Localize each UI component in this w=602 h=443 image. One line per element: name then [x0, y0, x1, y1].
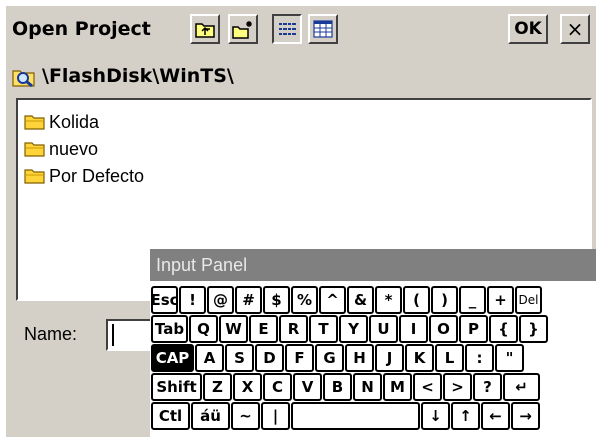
key-accents[interactable]: áü	[191, 402, 230, 430]
key-r3c10[interactable]: ?	[473, 373, 502, 401]
key-e[interactable]: E	[249, 315, 278, 343]
key-r[interactable]: R	[279, 315, 308, 343]
close-button[interactable]: ×	[560, 14, 590, 44]
key-i[interactable]: I	[399, 315, 428, 343]
folder-icon	[24, 142, 45, 157]
key-z[interactable]: Z	[203, 373, 232, 401]
key-m[interactable]: M	[383, 373, 412, 401]
key-caps-lock[interactable]: CAP	[151, 344, 194, 372]
key-l[interactable]: L	[435, 344, 464, 372]
key-x[interactable]: X	[233, 373, 262, 401]
key-r0c10[interactable]: )	[431, 286, 458, 314]
current-path: \FlashDisk\WinTS\	[42, 65, 234, 87]
key-d[interactable]: D	[255, 344, 284, 372]
key-h[interactable]: H	[345, 344, 374, 372]
ok-button[interactable]: OK	[508, 14, 548, 44]
key-tab[interactable]: Tab	[151, 315, 188, 343]
key-g[interactable]: G	[315, 344, 344, 372]
list-item[interactable]: Por Defecto	[24, 164, 144, 188]
name-label: Name:	[24, 324, 78, 344]
key-a[interactable]: A	[195, 344, 224, 372]
input-panel: Input Panel Esc! @ # $% ^ & *() _ + Del Tab Q W E R T Y U…	[150, 249, 596, 437]
key-r0c8[interactable]: *	[375, 286, 402, 314]
key-q[interactable]: Q	[189, 315, 218, 343]
soft-keyboard: Esc! @ # $% ^ & *() _ + Del Tab Q W E R T Y U I O P{} CAP A S D F…	[150, 282, 596, 437]
key-arrow-up[interactable]: ↑	[451, 402, 480, 430]
file-name: Por Defecto	[49, 165, 145, 186]
key-v[interactable]: V	[293, 373, 322, 401]
key-escape[interactable]: Esc	[151, 286, 178, 314]
key-r3c9[interactable]: >	[443, 373, 472, 401]
text-caret	[112, 324, 114, 346]
key-r1c11[interactable]: {	[489, 315, 518, 343]
search-folder-icon	[12, 70, 35, 88]
new-folder-button[interactable]	[228, 14, 258, 44]
list-item[interactable]: Kolida	[24, 110, 99, 134]
key-y[interactable]: Y	[339, 315, 368, 343]
new-folder-icon	[232, 21, 252, 39]
key-j[interactable]: J	[375, 344, 404, 372]
file-name: nuevo	[49, 138, 99, 159]
key-r0c3[interactable]: #	[235, 286, 262, 314]
list-view-button[interactable]	[272, 14, 302, 44]
list-view-icon	[279, 23, 296, 35]
key-arrow-left[interactable]: ←	[481, 402, 510, 430]
key-u[interactable]: U	[369, 315, 398, 343]
key-s[interactable]: S	[225, 344, 254, 372]
key-delete[interactable]: Del	[515, 286, 542, 314]
key-r1c12[interactable]: }	[519, 315, 548, 343]
title-bar: Open Project OK ×	[6, 6, 596, 52]
key-r2c10[interactable]: :	[465, 344, 494, 372]
dialog-title: Open Project	[12, 18, 151, 40]
key-r0c2[interactable]: @	[207, 286, 234, 314]
key-c[interactable]: C	[263, 373, 292, 401]
key-shift[interactable]: Shift	[151, 373, 202, 401]
key-r0c5[interactable]: %	[291, 286, 318, 314]
key-n[interactable]: N	[353, 373, 382, 401]
key-f[interactable]: F	[285, 344, 314, 372]
key-arrow-right[interactable]: →	[511, 402, 540, 430]
up-folder-button[interactable]	[190, 14, 220, 44]
up-folder-icon	[195, 23, 215, 38]
key-r0c11[interactable]: _	[459, 286, 486, 314]
details-view-button[interactable]	[308, 14, 338, 44]
folder-icon	[24, 169, 45, 184]
key-enter[interactable]: ↵	[503, 373, 540, 401]
key-r0c7[interactable]: &	[347, 286, 374, 314]
key-space[interactable]	[291, 402, 420, 430]
key-r2c11[interactable]: "	[495, 344, 524, 372]
file-name: Kolida	[49, 111, 100, 132]
key-r4c2[interactable]: ~	[231, 402, 260, 430]
key-control[interactable]: Ctl	[151, 402, 190, 430]
folder-icon	[24, 115, 45, 130]
key-r0c6[interactable]: ^	[319, 286, 346, 314]
key-b[interactable]: B	[323, 373, 352, 401]
key-r4c3[interactable]: |	[261, 402, 290, 430]
key-p[interactable]: P	[459, 315, 488, 343]
key-r0c12[interactable]: +	[487, 286, 514, 314]
input-panel-title[interactable]: Input Panel	[150, 249, 596, 281]
key-t[interactable]: T	[309, 315, 338, 343]
key-o[interactable]: O	[429, 315, 458, 343]
details-view-icon	[313, 20, 333, 38]
key-arrow-down[interactable]: ↓	[421, 402, 450, 430]
key-r0c4[interactable]: $	[263, 286, 290, 314]
key-w[interactable]: W	[219, 315, 248, 343]
key-r0c9[interactable]: (	[403, 286, 430, 314]
key-r3c8[interactable]: <	[413, 373, 442, 401]
key-r0c1[interactable]: !	[179, 286, 206, 314]
key-k[interactable]: K	[405, 344, 434, 372]
list-item[interactable]: nuevo	[24, 137, 98, 161]
